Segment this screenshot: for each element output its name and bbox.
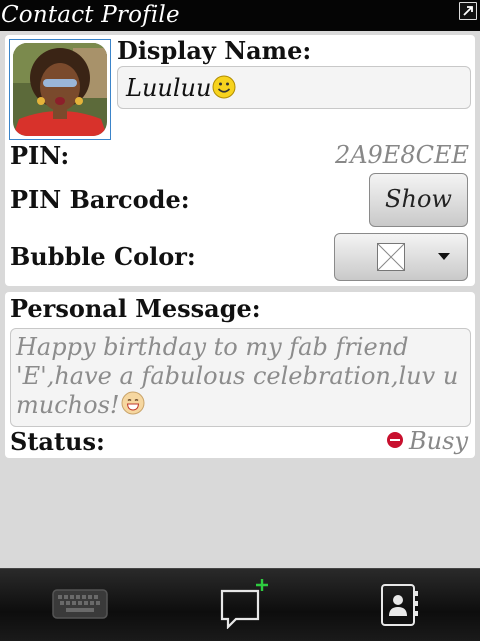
status-label: Status: <box>10 427 105 456</box>
display-name-label: Display Name: <box>117 36 312 65</box>
personal-message-text: Happy birthday to my fab friend 'E',have… <box>16 333 459 419</box>
profile-card: Display Name: Luuluu PIN: 2A9E8CEE PIN B… <box>5 35 475 286</box>
personal-message-label: Personal Message: <box>10 294 261 323</box>
bubble-color-label: Bubble Color: <box>10 242 196 271</box>
smiley-icon <box>212 75 236 105</box>
expand-icon[interactable] <box>459 2 477 20</box>
display-name-value: Luuluu <box>126 74 212 102</box>
bottom-toolbar <box>0 568 480 641</box>
show-button-label: Show <box>385 185 452 213</box>
pin-barcode-label: PIN Barcode: <box>10 185 190 214</box>
chevron-down-icon <box>438 253 450 260</box>
pin-label: PIN: <box>10 141 70 170</box>
display-name-field[interactable]: Luuluu <box>117 66 471 109</box>
keyboard-icon[interactable] <box>52 589 108 619</box>
bubble-color-dropdown[interactable] <box>334 233 468 281</box>
contact-photo[interactable] <box>9 39 111 140</box>
page-title: Contact Profile <box>1 2 180 28</box>
status-indicator: Busy <box>387 427 468 455</box>
grin-icon <box>121 391 145 422</box>
new-chat-icon[interactable] <box>218 577 270 630</box>
busy-icon <box>387 431 404 448</box>
color-swatch-icon <box>377 243 405 271</box>
pin-value: 2A9E8CEE <box>334 141 469 169</box>
title-bar: Contact Profile <box>0 0 480 31</box>
contacts-icon[interactable] <box>380 583 420 627</box>
show-barcode-button[interactable]: Show <box>369 173 468 227</box>
status-value: Busy <box>409 427 468 455</box>
personal-message-field[interactable]: Happy birthday to my fab friend 'E',have… <box>10 328 471 427</box>
message-card: Personal Message: Happy birthday to my f… <box>5 292 475 458</box>
